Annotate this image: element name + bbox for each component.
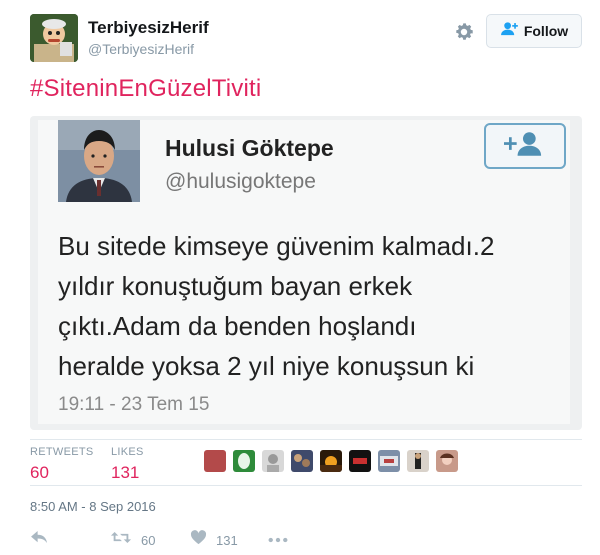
reply-icon xyxy=(30,530,49,550)
liker-avatar[interactable] xyxy=(262,450,284,472)
retweet-icon xyxy=(110,530,132,550)
like-button[interactable]: 131 xyxy=(190,530,238,550)
embedded-tweet-screenshot: Hulusi Göktepe @hulusigoktepe Bu sitede … xyxy=(38,120,570,424)
stats-divider-bottom xyxy=(30,485,582,486)
liker-avatar[interactable] xyxy=(349,450,371,472)
tweet-hashtag[interactable]: #SiteninEnGüzelTiviti xyxy=(30,75,261,103)
embedded-avatar xyxy=(58,120,140,202)
heart-icon xyxy=(190,530,207,550)
user-handle[interactable]: @TerbiyesizHerif xyxy=(88,41,194,57)
embedded-text-line: heralde yoksa 2 yıl niye konuşsun ki xyxy=(58,351,475,381)
embedded-handle: @hulusigoktepe xyxy=(165,170,316,193)
follow-button[interactable]: Follow xyxy=(486,14,582,48)
stats-divider-top xyxy=(30,439,582,440)
embedded-tweet-text: Bu sitede kimseye güvenim kalmadı.2 yıld… xyxy=(58,226,563,386)
embedded-follow-icon xyxy=(484,123,566,169)
liker-avatar[interactable] xyxy=(407,450,429,472)
follow-label: Follow xyxy=(523,23,569,39)
retweet-count: 60 xyxy=(141,532,156,548)
retweets-count: 60 xyxy=(30,463,49,482)
embedded-text-line: yıldır konuştuğum bayan erkek xyxy=(58,271,413,301)
liker-avatar[interactable] xyxy=(233,450,255,472)
like-count: 131 xyxy=(216,532,238,548)
liker-avatar[interactable] xyxy=(291,450,313,472)
liker-avatar[interactable] xyxy=(320,450,342,472)
tweet-actions: 60 131 xyxy=(30,530,582,550)
display-name[interactable]: TerbiyesizHerif xyxy=(88,18,209,38)
likes-stat[interactable]: LIKES 131 xyxy=(111,446,144,483)
follow-person-icon xyxy=(500,21,519,41)
more-button[interactable] xyxy=(268,530,288,548)
embedded-text-line: çıktı.Adam da benden hoşlandı xyxy=(58,311,417,341)
liker-avatar[interactable] xyxy=(204,450,226,472)
liker-avatar[interactable] xyxy=(436,450,458,472)
embedded-timestamp: 19:11 - 23 Tem 15 xyxy=(58,394,210,415)
retweets-label: RETWEETS xyxy=(30,446,94,458)
avatar[interactable] xyxy=(30,14,78,62)
retweet-button[interactable]: 60 xyxy=(110,530,155,550)
liker-avatar[interactable] xyxy=(378,450,400,472)
reply-button[interactable] xyxy=(30,530,49,550)
likes-count: 131 xyxy=(111,463,140,482)
tweet-header: TerbiyesizHerif @TerbiyesizHerif Follow xyxy=(30,14,582,64)
more-icon xyxy=(268,530,288,548)
retweets-stat[interactable]: RETWEETS 60 xyxy=(30,446,94,483)
gear-icon[interactable] xyxy=(453,21,475,43)
likes-label: LIKES xyxy=(111,446,144,458)
tweet-timestamp[interactable]: 8:50 AM - 8 Sep 2016 xyxy=(30,499,156,514)
tweet-media[interactable]: Hulusi Göktepe @hulusigoktepe Bu sitede … xyxy=(30,116,582,430)
embedded-display-name: Hulusi Göktepe xyxy=(165,135,334,161)
embedded-text-line: Bu sitede kimseye güvenim kalmadı.2 xyxy=(58,231,495,261)
